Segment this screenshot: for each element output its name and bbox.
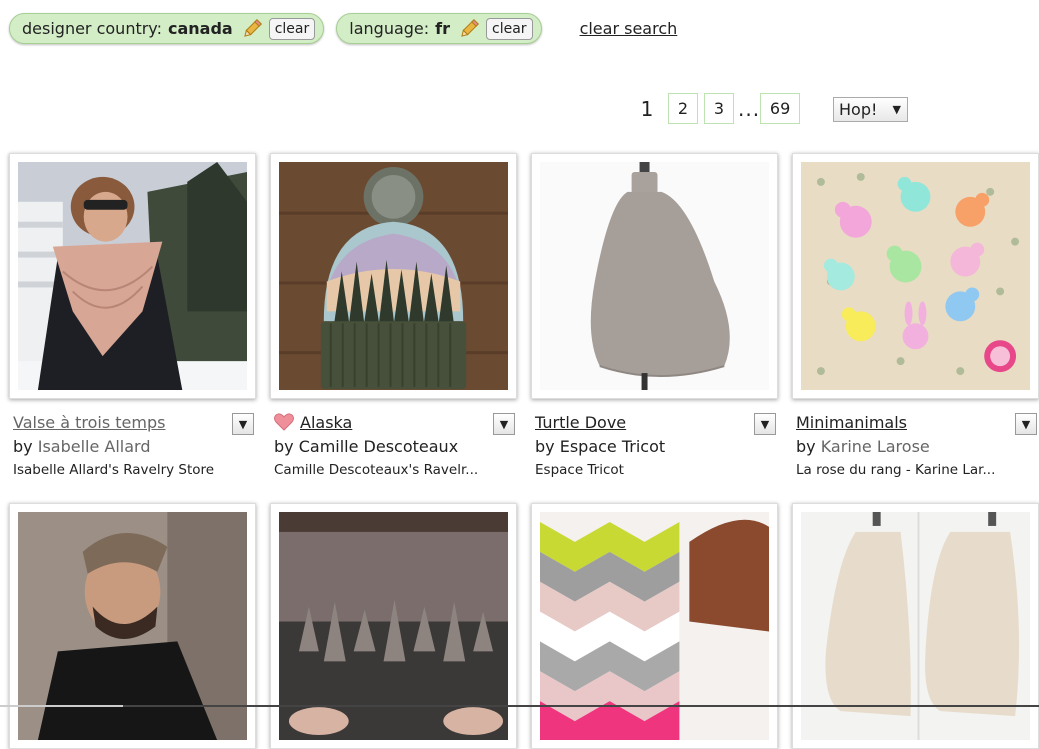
page-jump-label: Hop!: [839, 100, 878, 119]
pattern-meta: Turtle Dove by Espace Tricot Espace Tric…: [531, 411, 778, 478]
filter-label: language:: [349, 19, 430, 38]
by-label: by: [13, 437, 33, 456]
pattern-thumbnail[interactable]: [792, 503, 1039, 749]
pattern-thumbnail[interactable]: [9, 153, 256, 399]
dropdown-triangle-icon: ▼: [1021, 417, 1031, 431]
pattern-title-link[interactable]: Minimanimals: [796, 411, 1039, 433]
filter-label: designer country:: [22, 19, 162, 38]
pattern-card: Turtle Dove by Espace Tricot Espace Tric…: [531, 153, 778, 478]
pagination: 1 2 3 ... 69: [636, 93, 806, 124]
pencil-edit-icon[interactable]: [458, 18, 480, 40]
designer-link[interactable]: Isabelle Allard: [38, 437, 151, 456]
pattern-thumbnail[interactable]: [531, 503, 778, 749]
pattern-title-link[interactable]: Valse à trois temps: [13, 411, 256, 433]
pattern-card: Minimanimals by Karine Larose La rose du…: [792, 153, 1039, 478]
page-jump-select[interactable]: Hop! ▼: [833, 97, 908, 122]
pattern-menu-button[interactable]: ▼: [754, 413, 776, 435]
designer-link[interactable]: Camille Descoteaux: [299, 437, 458, 456]
clear-filter-button[interactable]: clear: [486, 17, 533, 40]
current-page: 1: [640, 96, 654, 121]
pattern-meta: Alaska by Camille Descoteaux Camille Des…: [270, 411, 517, 478]
filter-chip-language: language: fr clear: [336, 13, 542, 44]
pattern-store-link[interactable]: Camille Descoteaux's Ravelr...: [274, 462, 517, 478]
pattern-meta: Minimanimals by Karine Larose La rose du…: [792, 411, 1039, 478]
filter-chip-designer-country: designer country: canada clear: [9, 13, 325, 44]
pattern-menu-button[interactable]: ▼: [493, 413, 515, 435]
page-link-2[interactable]: 2: [668, 93, 698, 124]
photo-woman-shawl: [18, 162, 247, 390]
dropdown-triangle-icon: ▼: [238, 417, 248, 431]
pattern-card: [270, 503, 517, 749]
dropdown-triangle-icon: ▼: [499, 417, 509, 431]
dropdown-triangle-icon: ▼: [760, 417, 770, 431]
pattern-title-link[interactable]: Turtle Dove: [535, 411, 778, 433]
pattern-menu-button[interactable]: ▼: [1015, 413, 1037, 435]
designer-link[interactable]: Espace Tricot: [560, 437, 665, 456]
designer-link[interactable]: Karine Larose: [821, 437, 930, 456]
pencil-edit-icon[interactable]: [241, 18, 263, 40]
photo-knit-hat: [279, 162, 508, 390]
pattern-menu-button[interactable]: ▼: [232, 413, 254, 435]
pattern-title-text: Alaska: [300, 412, 353, 432]
filter-value: canada: [168, 19, 233, 38]
pattern-thumbnail[interactable]: [9, 503, 256, 749]
clear-filter-button[interactable]: clear: [268, 17, 316, 40]
pattern-thumbnail[interactable]: [792, 153, 1039, 399]
bottom-divider: [0, 705, 1039, 707]
active-filters: designer country: canada clear language:…: [9, 13, 677, 44]
bottom-divider-segment: [0, 705, 123, 707]
photo-amigurumi-mice: [801, 162, 1030, 390]
pattern-thumbnail[interactable]: [531, 153, 778, 399]
pattern-meta: Valse à trois temps by Isabelle Allard I…: [9, 411, 256, 478]
filter-value: fr: [435, 19, 451, 38]
pattern-designer: by Camille Descoteaux: [274, 437, 517, 456]
pattern-store-link[interactable]: Isabelle Allard's Ravelry Store: [13, 462, 256, 478]
pattern-store-link[interactable]: La rose du rang - Karine Lar...: [796, 462, 1039, 478]
pattern-title-link[interactable]: Alaska: [274, 411, 517, 433]
pagination-ellipsis: ...: [738, 96, 761, 121]
by-label: by: [796, 437, 816, 456]
pattern-designer: by Karine Larose: [796, 437, 1039, 456]
favorite-heart-icon[interactable]: [274, 413, 294, 431]
pattern-thumbnail[interactable]: [270, 503, 517, 749]
by-label: by: [274, 437, 294, 456]
pattern-designer: by Espace Tricot: [535, 437, 778, 456]
dropdown-triangle-icon: ▼: [892, 103, 901, 116]
pattern-card: [9, 503, 256, 749]
page-link-last[interactable]: 69: [760, 93, 801, 124]
photo-poncho-dress-form: [540, 162, 769, 390]
by-label: by: [535, 437, 555, 456]
pattern-store-link[interactable]: Espace Tricot: [535, 462, 778, 478]
pattern-card: Alaska by Camille Descoteaux Camille Des…: [270, 153, 517, 478]
clear-search-link[interactable]: clear search: [580, 19, 678, 38]
pattern-thumbnail[interactable]: [270, 153, 517, 399]
pattern-card: [792, 503, 1039, 749]
pattern-designer: by Isabelle Allard: [13, 437, 256, 456]
pattern-card: Valse à trois temps by Isabelle Allard I…: [9, 153, 256, 478]
page-link-3[interactable]: 3: [704, 93, 734, 124]
pattern-card: [531, 503, 778, 749]
